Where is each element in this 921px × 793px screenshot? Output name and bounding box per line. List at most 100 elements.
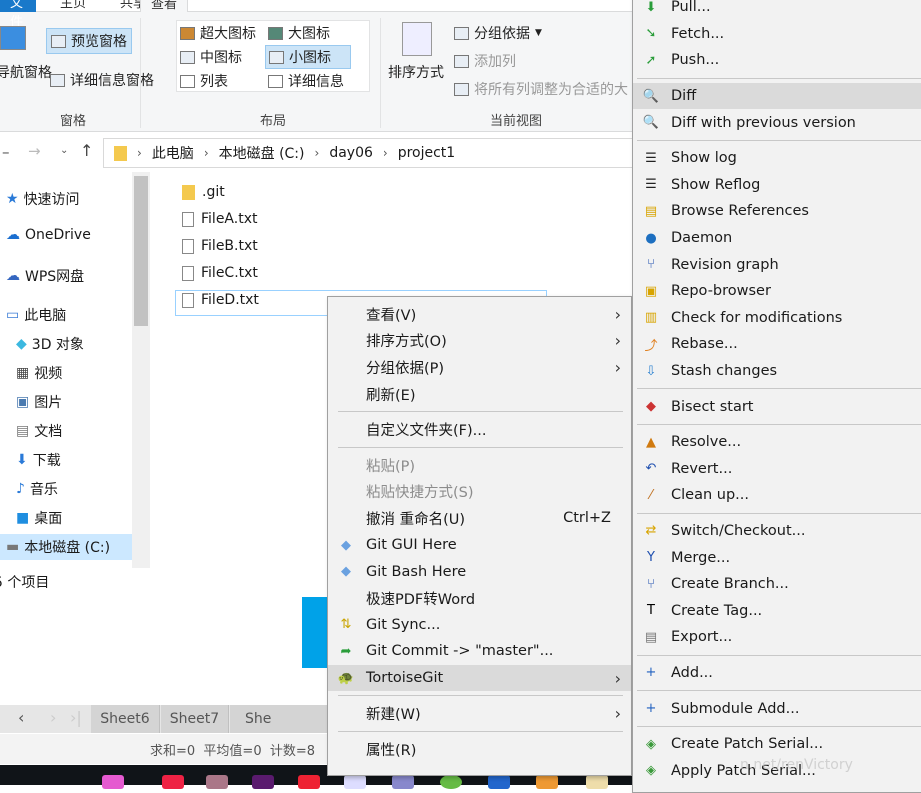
menu-item-属性-r[interactable]: 属性(R) (328, 736, 631, 763)
menu-item-git-commit-master[interactable]: ➦ Git Commit -> "master"... (328, 638, 631, 665)
tab-home[interactable]: 主页 (50, 0, 96, 12)
menu-item-fetch[interactable]: ➘ Fetch... (633, 21, 921, 48)
nav-item[interactable]: ▬ 本地磁盘 (C:) (0, 534, 132, 560)
menu-item-repo-browser[interactable]: ▣ Repo-browser (633, 278, 921, 305)
menu-item-switch-checkout[interactable]: ⇄ Switch/Checkout... (633, 518, 921, 545)
menu-item-clean-up[interactable]: ⁄ Clean up... (633, 482, 921, 509)
menu-item-daemon[interactable]: ● Daemon (633, 225, 921, 252)
menu-item-git-sync[interactable]: ⇅ Git Sync... (328, 612, 631, 639)
mail-app-icon[interactable] (344, 775, 366, 789)
details-option[interactable]: 详细信息 (268, 71, 344, 91)
nav-item[interactable]: ▣ 图片 (16, 392, 62, 412)
app-icon[interactable] (488, 775, 510, 789)
nav-pane-button[interactable]: 导航窗格 (0, 62, 52, 82)
nav-item[interactable]: ☁ OneDrive (6, 227, 91, 243)
s-icons-option[interactable]: 小图标 (265, 45, 351, 69)
file-item[interactable]: FileD.txt (182, 292, 259, 308)
premiere-app-icon[interactable] (252, 775, 274, 789)
file-item[interactable]: FileC.txt (182, 265, 258, 281)
recent-dropdown-icon[interactable]: ⌄ (60, 145, 68, 156)
menu-item-tortoisegit[interactable]: 🐢 TortoiseGit › (328, 664, 631, 692)
app-icon[interactable] (392, 775, 414, 789)
menu-item-submodule-add[interactable]: + Submodule Add... (633, 695, 921, 722)
menu-item-resolve[interactable]: ▲ Resolve... (633, 429, 921, 456)
menu-item-git-bash-here[interactable]: ◆ Git Bash Here (328, 558, 631, 585)
list-option[interactable]: 列表 (180, 71, 228, 91)
xl-icons-option[interactable]: 超大图标 (180, 23, 256, 43)
up-button[interactable]: ↑ (80, 141, 93, 160)
menu-item-create-branch[interactable]: ⑂ Create Branch... (633, 571, 921, 598)
fit-columns-button[interactable]: 将所有列调整为合适的大 (454, 79, 628, 99)
menu-item-排序方式-o[interactable]: 排序方式(O) › (328, 328, 631, 355)
menu-item-git-gui-here[interactable]: ◆ Git GUI Here (328, 532, 631, 559)
nav-item[interactable]: ◆ 3D 对象 (16, 334, 84, 354)
app-icon[interactable] (298, 775, 320, 789)
menu-item-rebase[interactable]: ⤴ Rebase... (633, 331, 921, 358)
add-column-button[interactable]: 添加列 (454, 51, 516, 71)
menu-item-show-log[interactable]: ☰ Show log (633, 145, 921, 172)
nav-item[interactable]: ▭ 此电脑 (6, 305, 66, 325)
address-bar[interactable]: › 此电脑 › 本地磁盘 (C:) › day06 › project1 (103, 138, 643, 168)
nav-item[interactable]: ▤ 文档 (16, 421, 62, 441)
last-sheet-icon[interactable]: ›| (70, 708, 82, 727)
tab-file[interactable]: 文件 (0, 0, 36, 30)
preview-pane-button[interactable]: 预览窗格 (46, 28, 132, 54)
menu-item-bisect-start[interactable]: ◆ Bisect start (633, 393, 921, 420)
menu-item-刷新-e[interactable]: 刷新(E) (328, 381, 631, 408)
breadcrumb-item[interactable]: project1 (398, 145, 456, 161)
menu-item-revert[interactable]: ↶ Revert... (633, 456, 921, 483)
menu-item-stash-changes[interactable]: ⇩ Stash changes (633, 358, 921, 385)
file-item[interactable]: FileA.txt (182, 211, 257, 227)
breadcrumb-item[interactable]: 此电脑 (152, 143, 194, 163)
menu-item-撤消-重命名-u[interactable]: 撤消 重命名(U) Ctrl+Z (328, 505, 631, 532)
menu-item-粘贴-p[interactable]: 粘贴(P) (328, 452, 631, 479)
sheet-tab[interactable]: Sheet6 (91, 705, 160, 733)
file-item[interactable]: FileB.txt (182, 238, 258, 254)
menu-item-merge[interactable]: Y Merge... (633, 544, 921, 571)
details-pane-button[interactable]: 详细信息窗格 (50, 70, 154, 90)
nav-item[interactable]: ⬇ 下载 (16, 450, 61, 470)
group-by-button[interactable]: 分组依据 ▼ (454, 23, 542, 43)
nav-item[interactable]: ☁ WPS网盘 (6, 266, 84, 286)
tab-view[interactable]: 查看 (140, 0, 188, 12)
menu-item-diff[interactable]: 🔍 Diff (633, 82, 921, 110)
menu-item-分组依据-p[interactable]: 分组依据(P) › (328, 354, 631, 381)
breadcrumb-item[interactable]: 本地磁盘 (C:) (219, 143, 305, 163)
m-icons-option[interactable]: 中图标 (180, 47, 242, 67)
menu-item-add[interactable]: + Add... (633, 660, 921, 687)
sort-by-button[interactable]: 排序方式 (388, 62, 444, 82)
menu-item-查看-v[interactable]: 查看(V) › (328, 301, 631, 328)
nav-item[interactable]: ♪ 音乐 (16, 479, 58, 499)
app-icon[interactable] (536, 775, 558, 789)
menu-item-自定义文件夹-f[interactable]: 自定义文件夹(F)... (328, 416, 631, 443)
nav-scrollbar-thumb[interactable] (134, 176, 148, 326)
menu-item-pull[interactable]: ⬇ Pull... (633, 0, 921, 21)
menu-item-push[interactable]: ➚ Push... (633, 47, 921, 74)
breadcrumb-item[interactable]: day06 (329, 145, 373, 161)
menu-item-create-tag[interactable]: T Create Tag... (633, 597, 921, 624)
menu-item-check-for-modifications[interactable]: ▥ Check for modifications (633, 305, 921, 332)
nav-item[interactable]: ▦ 视频 (16, 363, 62, 383)
menu-item-export[interactable]: ▤ Export... (633, 624, 921, 651)
app-icon[interactable] (206, 775, 228, 789)
sheet-tab[interactable]: She (230, 705, 330, 733)
forward-button[interactable]: → (28, 142, 41, 160)
menu-item-粘贴快捷方式-s[interactable]: 粘贴快捷方式(S) (328, 479, 631, 506)
menu-item-create-patch-serial[interactable]: ◈ Create Patch Serial... (633, 731, 921, 758)
nav-item[interactable]: ■ 桌面 (16, 508, 62, 528)
nav-item[interactable]: ★ 快速访问 (6, 189, 80, 209)
browser-app-icon[interactable] (102, 775, 124, 789)
app-icon[interactable] (162, 775, 184, 789)
back-button[interactable]: – (2, 143, 10, 161)
app-icon[interactable] (586, 775, 608, 789)
menu-item-revision-graph[interactable]: ⑂ Revision graph (633, 251, 921, 278)
sheet-tab[interactable]: Sheet7 (161, 705, 229, 733)
l-icons-option[interactable]: 大图标 (268, 23, 330, 43)
menu-item-新建-w[interactable]: 新建(W) › (328, 700, 631, 727)
menu-item-browse-references[interactable]: ▤ Browse References (633, 198, 921, 225)
file-item[interactable]: .git (182, 184, 225, 200)
chevron-left-icon[interactable]: ‹ (18, 708, 24, 727)
chevron-right-icon[interactable]: › (50, 708, 56, 727)
menu-item-show-reflog[interactable]: ☰ Show Reflog (633, 172, 921, 199)
menu-item-diff-with-previous-version[interactable]: 🔍 Diff with previous version (633, 109, 921, 136)
